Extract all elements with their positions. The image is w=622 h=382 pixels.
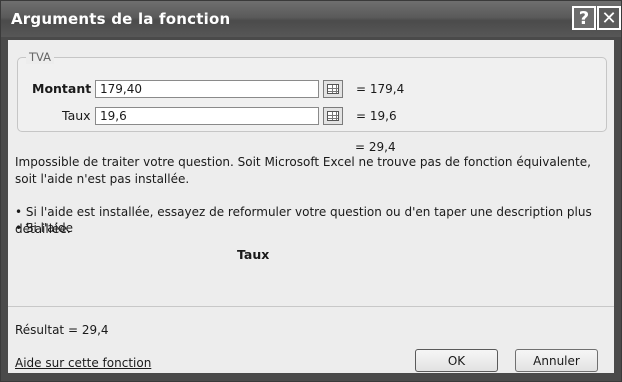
group-label: TVA [26,50,55,64]
range-select-icon [327,111,339,121]
formula-result: = 29,4 [355,140,396,154]
close-icon: ✕ [601,7,617,29]
arg-label-taux: Taux [62,108,91,123]
dialog-body: TVA Montant 179,40 = 179,4 Taux 19,6 = 1… [8,40,614,373]
title-bar[interactable]: Arguments de la fonction ? ✕ [1,1,621,37]
range-select-icon [327,84,339,94]
close-button[interactable]: ✕ [597,6,621,30]
divider [8,306,614,307]
arguments-group: TVA Montant 179,40 = 179,4 Taux 19,6 = 1… [17,50,607,132]
help-hint-line-2: • Si l'aide [15,221,73,235]
dialog-title: Arguments de la fonction [11,10,231,28]
taux-collapse-button[interactable] [323,107,343,125]
cancel-button[interactable]: Annuler [515,349,598,372]
question-icon: ? [578,7,590,29]
argument-name: Taux [237,247,270,262]
help-link[interactable]: Aide sur cette fonction [15,356,151,370]
montant-result: = 179,4 [356,82,405,96]
montant-field[interactable]: 179,40 [95,80,319,98]
taux-result: = 19,6 [356,109,397,123]
taux-field[interactable]: 19,6 [95,107,319,125]
result-text: Résultat = 29,4 [15,323,109,337]
arg-label-montant: Montant [32,81,92,96]
ok-button[interactable]: OK [415,349,498,372]
montant-collapse-button[interactable] [323,80,343,98]
help-button[interactable]: ? [572,6,596,30]
function-description: Impossible de traiter votre question. So… [15,155,591,186]
function-arguments-dialog: Arguments de la fonction ? ✕ TVA Montant… [0,0,622,382]
